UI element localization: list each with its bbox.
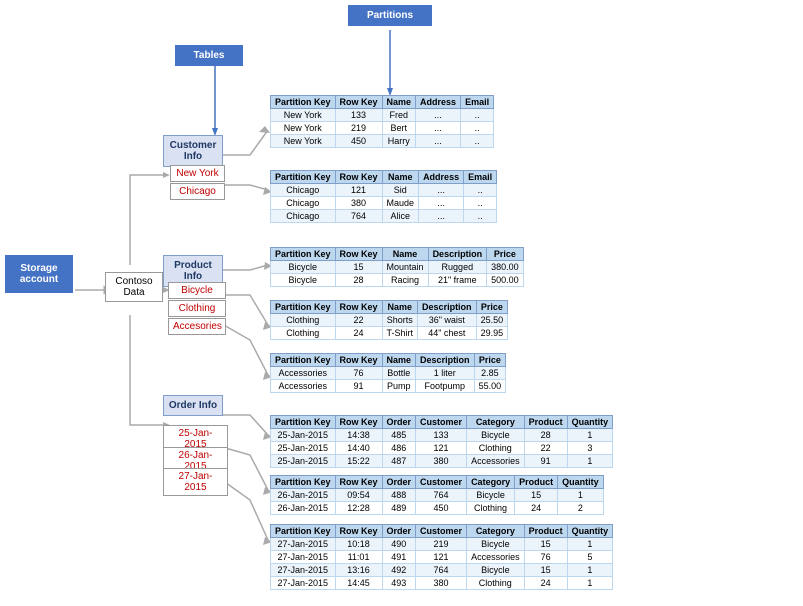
table-row: New York219Bert..... — [271, 122, 494, 135]
tables-label: Tables — [175, 45, 243, 66]
table-row: 26-Jan-201509:54488764Bicycle151 — [271, 489, 604, 502]
table-row: 27-Jan-201511:01491121Accessories765 — [271, 551, 613, 564]
table-row: 25-Jan-201514:38485133Bicycle281 — [271, 429, 613, 442]
table-row: 25-Jan-201514:40486121Clothing223 — [271, 442, 613, 455]
table-order-26: Partition Key Row Key Order Customer Cat… — [270, 475, 604, 515]
col-rowkey: Row Key — [335, 96, 382, 109]
order-info-text: Order Info — [169, 400, 217, 411]
table-row: Clothing22Shorts36" waist25.50 — [271, 314, 508, 327]
contoso-data-text: Contoso Data — [115, 276, 152, 298]
col-name: Name — [382, 96, 416, 109]
table-customer-ny: Partition Key Row Key Name Address Email… — [270, 95, 494, 148]
table-customer-ch: Partition Key Row Key Name Address Email… — [270, 170, 497, 223]
tables-text: Tables — [194, 50, 225, 61]
partitions-label: Partitions — [348, 5, 432, 26]
partition-clothing: Clothing — [168, 300, 226, 317]
partitions-text: Partitions — [367, 10, 413, 21]
customer-info-text: Customer Info — [170, 140, 217, 162]
table-row: Clothing24T-Shirt44" chest29.95 — [271, 327, 508, 340]
table-row: 27-Jan-201513:16492764Bicycle151 — [271, 564, 613, 577]
table-row: New York450Harry..... — [271, 135, 494, 148]
table-row: 27-Jan-201514:45493380Clothing241 — [271, 577, 613, 590]
table-row: Bicycle15MountainRugged380.00 — [271, 261, 524, 274]
partition-27jan: 27-Jan-2015 — [163, 468, 228, 496]
col-email: Email — [461, 96, 494, 109]
table-row: New York133Fred..... — [271, 109, 494, 122]
partition-accessories: Accesories — [168, 318, 226, 335]
table-order-27: Partition Key Row Key Order Customer Cat… — [270, 524, 613, 590]
table-product-acc: Partition Key Row Key Name Description P… — [270, 353, 506, 393]
table-row: Accessories76Bottle1 liter2.85 — [271, 367, 506, 380]
table-row: Chicago121Sid..... — [271, 184, 497, 197]
order-info-box: Order Info — [163, 395, 223, 416]
diagram: Storage account Contoso Data Partitions … — [0, 0, 803, 606]
partition-chicago: Chicago — [170, 183, 225, 200]
col-address: Address — [416, 96, 461, 109]
table-row: Bicycle28Racing21" frame500.00 — [271, 274, 524, 287]
table-product-bic: Partition Key Row Key Name Description P… — [270, 247, 524, 287]
table-product-clo: Partition Key Row Key Name Description P… — [270, 300, 508, 340]
table-order-25: Partition Key Row Key Order Customer Cat… — [270, 415, 613, 468]
product-info-text: Product Info — [174, 260, 212, 282]
table-row: Chicago764Alice..... — [271, 210, 497, 223]
table-row: Accessories91PumpFootpump55.00 — [271, 380, 506, 393]
table-row: 26-Jan-201512:28489450Clothing242 — [271, 502, 604, 515]
customer-info-box: Customer Info — [163, 135, 223, 167]
partition-bicycle: Bicycle — [168, 282, 226, 299]
table-row: 25-Jan-201515:22487380Accessories911 — [271, 455, 613, 468]
storage-account-text: Storage account — [20, 263, 58, 285]
contoso-data-box: Contoso Data — [105, 272, 163, 302]
partition-ny: New York — [170, 165, 225, 182]
storage-account-label: Storage account — [5, 255, 73, 293]
table-row: Chicago380Maude..... — [271, 197, 497, 210]
table-row: 27-Jan-201510:18490219Bicycle151 — [271, 538, 613, 551]
col-partkey: Partition Key — [271, 96, 336, 109]
